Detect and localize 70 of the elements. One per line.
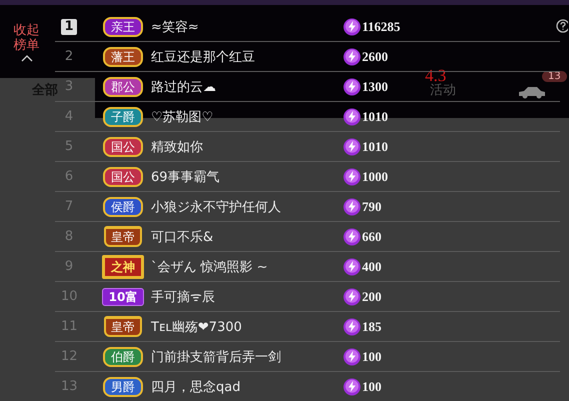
rank-number: 12 — [61, 349, 77, 364]
coin-lightning-icon — [343, 348, 361, 366]
user-name: ♡苏勒图♡ — [151, 108, 214, 126]
title-badge: 皇帝 — [104, 226, 142, 247]
coin-lightning-icon — [343, 108, 361, 126]
title-badge: 郡公 — [103, 76, 143, 96]
amount: 1300 — [362, 78, 388, 94]
rank-number: 5 — [64, 139, 74, 154]
rank-number: 4 — [64, 109, 74, 124]
rank-number: 9 — [64, 259, 74, 274]
user-name: 精致如你 — [151, 138, 204, 156]
amount: 100 — [362, 378, 382, 394]
amount: 100 — [362, 348, 382, 364]
title-badge: 之神 — [102, 254, 144, 278]
title-badge: 男爵 — [103, 376, 143, 396]
user-name: 手可摘ᯤ辰 — [151, 289, 216, 306]
caret-up-icon — [20, 55, 32, 62]
title-badge: 亲王 — [103, 16, 143, 36]
rank-number: 8 — [64, 229, 74, 244]
amount: 660 — [362, 228, 382, 244]
user-name: ≈笑容≈ — [151, 18, 200, 36]
user-name: 红豆还是那个红豆 — [151, 48, 256, 66]
coin-lightning-icon — [343, 288, 361, 306]
rank-number: 10 — [61, 289, 77, 304]
coin-lightning-icon — [343, 18, 361, 36]
title-badge: 伯爵 — [103, 346, 143, 366]
title-badge: 侯爵 — [103, 196, 143, 216]
amount: 1010 — [362, 108, 388, 124]
user-name: 可口不乐& — [151, 228, 214, 246]
amount: 1000 — [362, 168, 388, 184]
user-name: 四月，思念qad — [151, 378, 242, 396]
coin-lightning-icon — [343, 138, 361, 156]
user-name: 路过的云☁ — [151, 78, 217, 96]
help-icon — [556, 19, 568, 33]
user-name: 小狼ジ永不守护任何人 — [151, 198, 282, 216]
rank-number: 2 — [64, 49, 74, 64]
title-badge: 国公 — [103, 166, 143, 186]
user-name: `会ザん 惊鸿照影 ~ — [151, 258, 269, 276]
rank-number: 6 — [64, 169, 74, 184]
rank-number: 11 — [61, 319, 77, 334]
coin-lightning-icon — [343, 48, 361, 66]
coin-lightning-icon — [343, 198, 361, 216]
coin-lightning-icon — [343, 78, 361, 96]
user-name: 门前掛支箭背后弄一剑 — [151, 348, 282, 366]
title-badge: 子爵 — [103, 106, 143, 126]
amount: 400 — [362, 258, 382, 274]
coin-lightning-icon — [343, 258, 361, 276]
car-icon — [517, 85, 547, 99]
amount: 200 — [362, 288, 382, 304]
user-name: 69事事霸气 — [151, 168, 221, 186]
coin-lightning-icon — [343, 318, 361, 336]
amount: 790 — [362, 198, 382, 214]
title-badge: 藩王 — [103, 46, 143, 66]
count-badge: 13 — [542, 71, 567, 82]
title-badge: 10富 — [102, 288, 144, 306]
coin-lightning-icon — [343, 228, 361, 246]
rank-number: 7 — [64, 199, 74, 214]
title-badge: 国公 — [103, 136, 143, 156]
rank-number: 3 — [64, 79, 74, 94]
coin-lightning-icon — [343, 168, 361, 186]
coin-lightning-icon — [343, 378, 361, 396]
amount: 116285 — [362, 18, 400, 34]
amount: 185 — [362, 318, 382, 334]
amount: 1010 — [362, 138, 388, 154]
rank-number: 13 — [61, 379, 77, 394]
amount: 2600 — [362, 48, 388, 64]
user-name: Tᴇʟ幽殇❤7300 — [151, 318, 243, 336]
tab[interactable]: 活动 — [424, 81, 462, 99]
rank-number: 1 — [61, 18, 77, 34]
title-badge: 皇帝 — [104, 316, 142, 337]
